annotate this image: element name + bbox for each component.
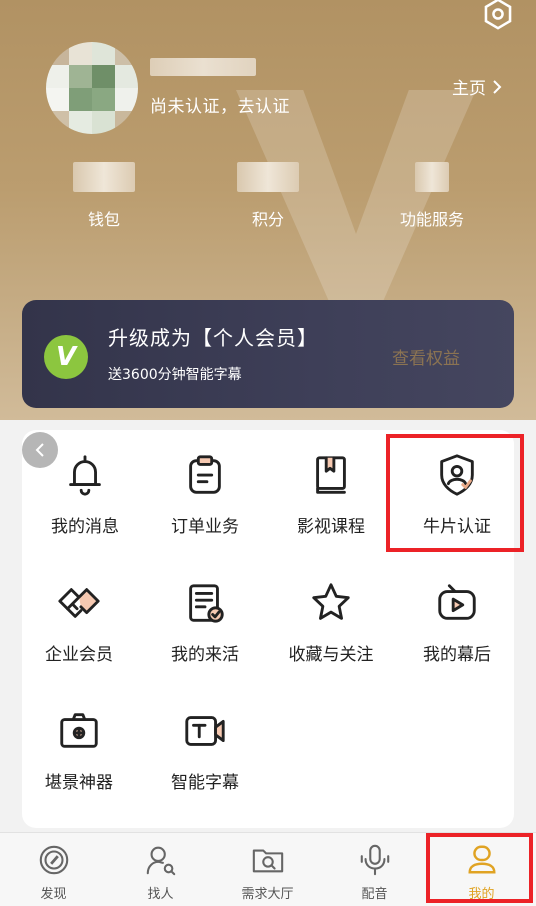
bottom-tab-bar: 发现 找人 需求大厅 配音 我的: [0, 832, 536, 906]
handshake-icon: [58, 588, 100, 618]
stat-wallet[interactable]: 钱包: [44, 162, 164, 230]
username-blurred: [150, 58, 256, 76]
tv-play-icon: [438, 584, 476, 620]
menu-item-label: 智能字幕: [171, 773, 239, 793]
menu-item-label: 订单业务: [171, 517, 239, 537]
menu-item-label: 我的来活: [171, 645, 239, 665]
tab-label: 配音: [361, 887, 388, 902]
chevron-right-icon: [493, 79, 502, 94]
folder-search-icon: [252, 849, 283, 873]
back-button[interactable]: [22, 432, 58, 468]
menu-item-label: 收藏与关注: [288, 645, 374, 665]
profile-icon: [467, 845, 496, 874]
vip-logo: V: [44, 335, 88, 379]
menu-item-my-jobs[interactable]: 我的来活: [142, 562, 268, 672]
tab-label: 需求大厅: [241, 887, 294, 902]
menu-item-label: 我的幕后: [423, 645, 491, 665]
shield-user-icon: [440, 454, 474, 496]
verify-status-link[interactable]: 尚未认证，去认证: [150, 92, 290, 117]
tab-label: 发现: [40, 887, 67, 902]
view-benefits-link[interactable]: 查看权益: [392, 344, 460, 369]
menu-item-label: 堪景神器: [45, 773, 113, 793]
person-search-icon: [146, 846, 175, 876]
settings-gear-icon[interactable]: [478, 0, 518, 34]
homepage-link[interactable]: 主页: [452, 74, 504, 99]
vip-title: 升级成为【个人会员】: [108, 326, 318, 350]
vip-subtitle: 送3600分钟智能字幕: [108, 367, 242, 383]
homepage-label: 主页: [452, 79, 486, 99]
microphone-icon: [360, 844, 389, 876]
book-icon: [316, 456, 346, 494]
star-icon: [312, 583, 350, 620]
menu-item-favorites[interactable]: 收藏与关注: [268, 562, 394, 672]
menu-item-label: 影视课程: [297, 517, 365, 537]
vip-upgrade-banner[interactable]: V 升级成为【个人会员】 送3600分钟智能字幕 查看权益: [22, 300, 514, 408]
compass-icon: [39, 845, 68, 875]
menu-item-certification[interactable]: 牛片认证: [394, 434, 520, 544]
chevron-left-icon: [35, 443, 44, 457]
bell-icon: [69, 455, 101, 496]
stat-value-blurred: [415, 162, 449, 192]
task-check-icon: [189, 584, 224, 623]
menu-item-location-scout[interactable]: 堪景神器: [16, 690, 142, 800]
stat-label: 功能服务: [399, 210, 464, 229]
camera-frame-icon: [60, 713, 98, 748]
tab-label: 我的: [468, 887, 495, 902]
menu-item-enterprise-member[interactable]: 企业会员: [16, 562, 142, 672]
avatar[interactable]: [46, 42, 138, 134]
menu-item-smart-subtitle[interactable]: 智能字幕: [142, 690, 268, 800]
menu-card: 我的消息 订单业务 影视课程 牛片认证 企业会员 我的来活 收藏与关注 我的幕后…: [22, 430, 514, 828]
stat-value-blurred: [237, 162, 299, 192]
menu-item-label: 企业会员: [45, 645, 113, 665]
menu-item-orders[interactable]: 订单业务: [142, 434, 268, 544]
stat-label: 钱包: [87, 210, 120, 229]
menu-item-label: 牛片认证: [423, 517, 491, 537]
stat-points[interactable]: 积分: [208, 162, 328, 230]
stat-label: 积分: [251, 210, 284, 229]
tab-dubbing[interactable]: 配音: [321, 833, 428, 906]
menu-item-courses[interactable]: 影视课程: [268, 434, 394, 544]
tab-mine[interactable]: 我的: [428, 833, 535, 906]
stat-services[interactable]: 功能服务: [372, 162, 492, 230]
menu-item-label: 我的消息: [51, 517, 119, 537]
menu-item-behind-scenes[interactable]: 我的幕后: [394, 562, 520, 672]
tab-demand-hall[interactable]: 需求大厅: [214, 833, 321, 906]
tab-discover[interactable]: 发现: [0, 833, 107, 906]
subtitle-camera-icon: [185, 716, 225, 746]
stat-value-blurred: [73, 162, 135, 192]
clipboard-icon: [189, 455, 221, 494]
tab-find-people[interactable]: 找人: [107, 833, 214, 906]
tab-label: 找人: [147, 887, 174, 902]
